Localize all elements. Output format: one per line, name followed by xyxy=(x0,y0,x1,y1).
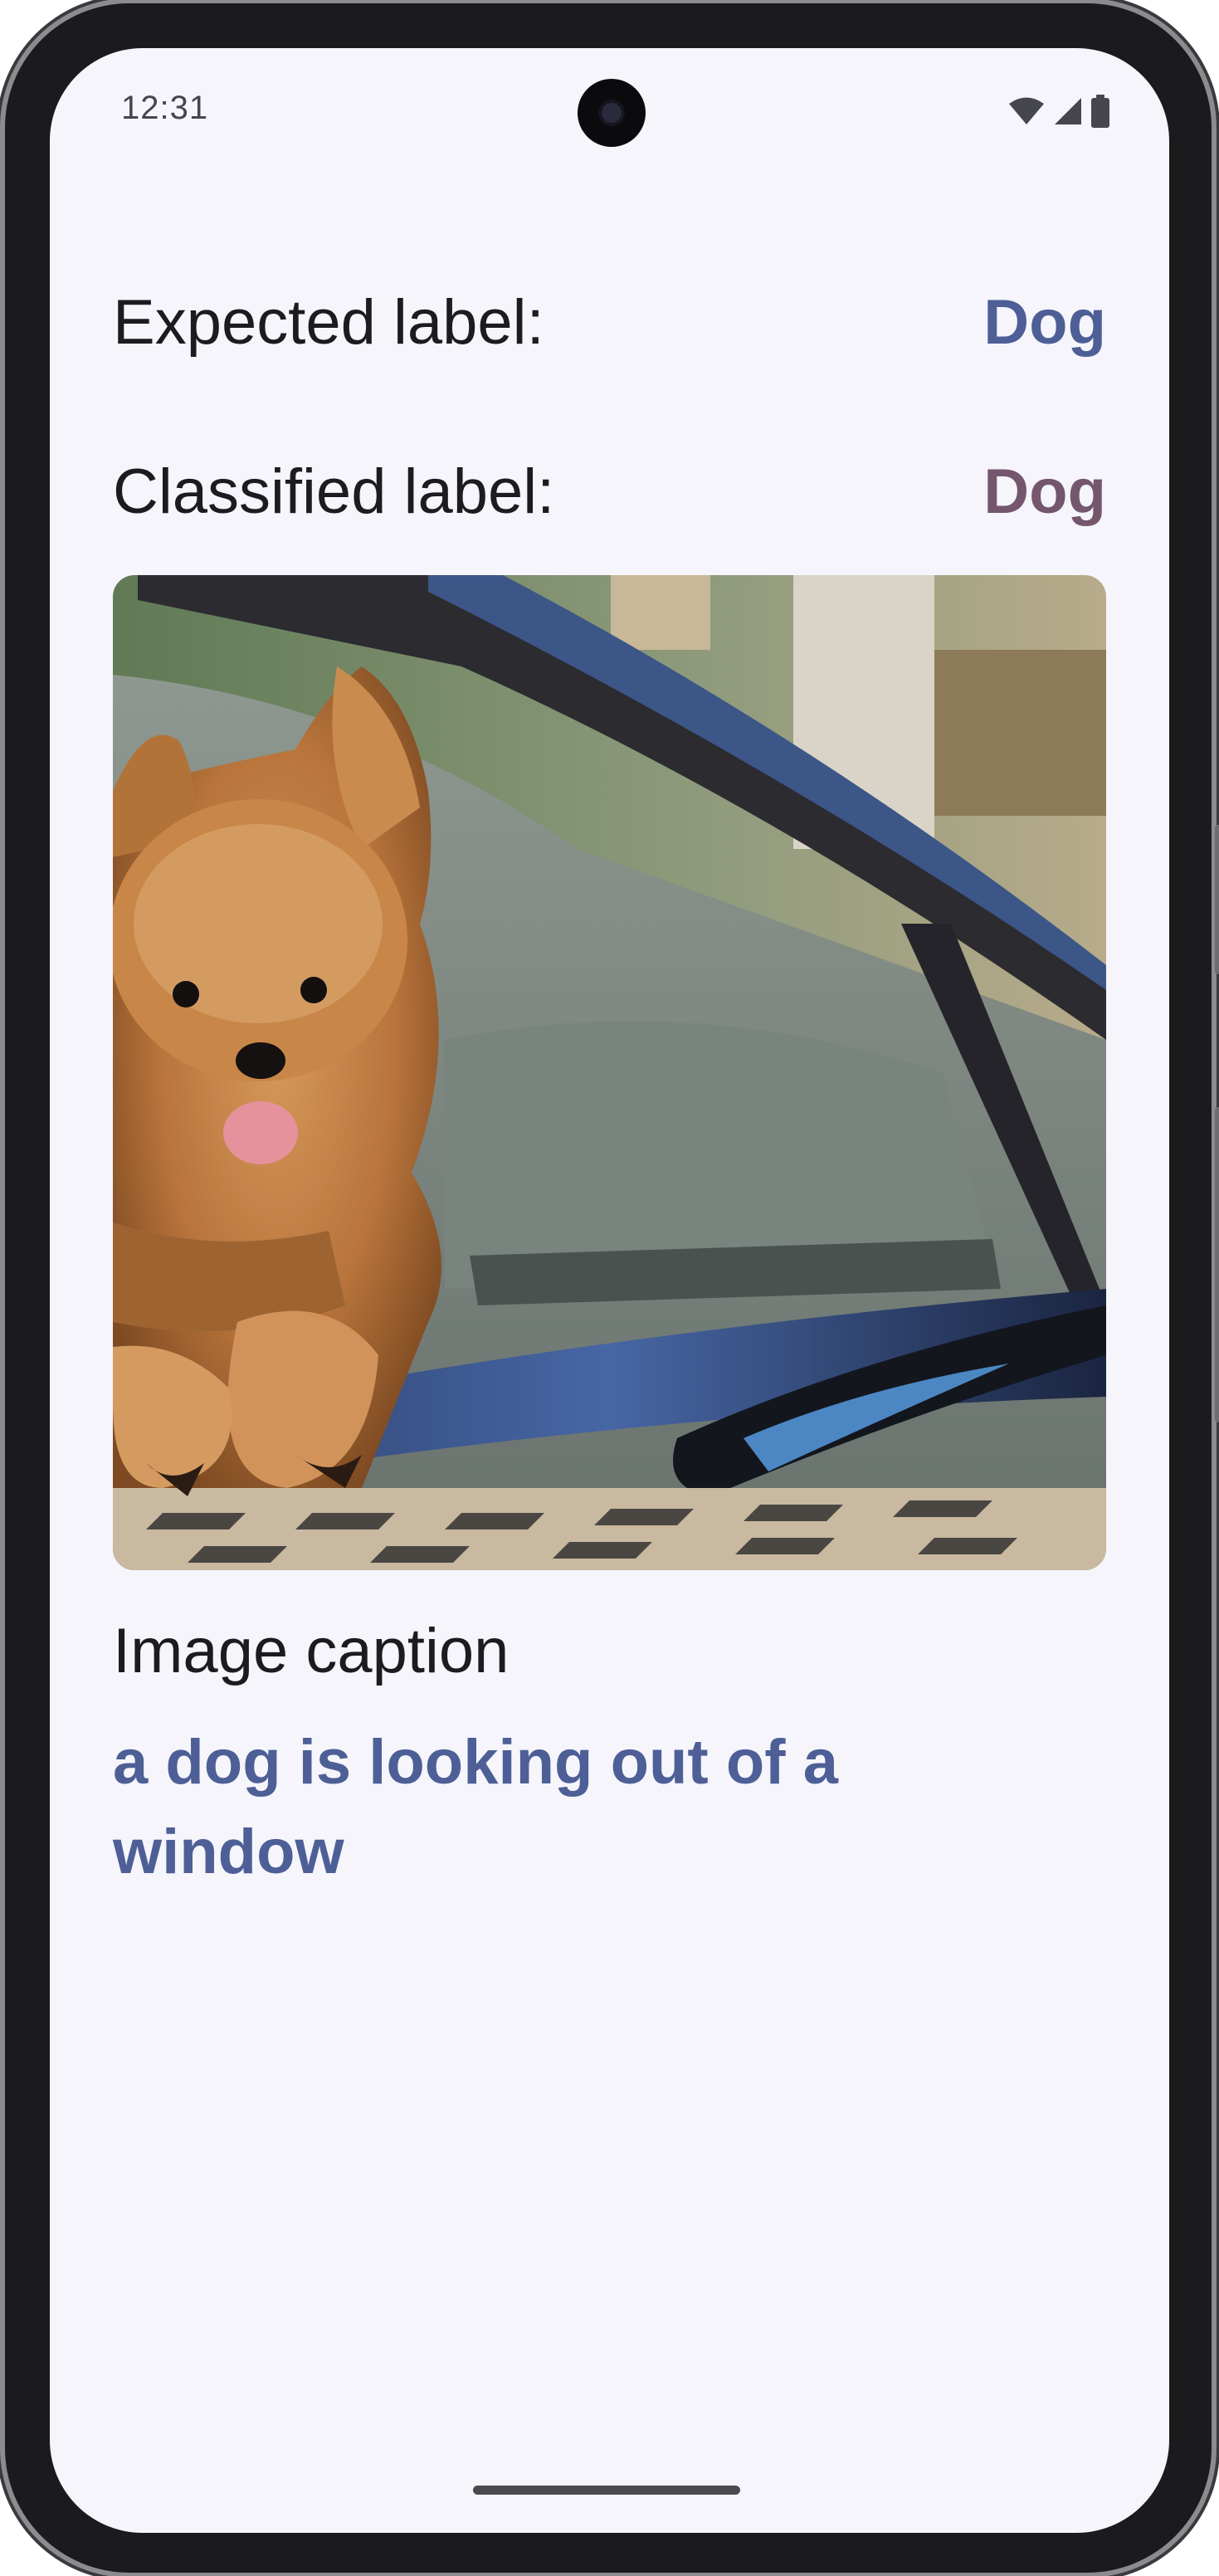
cellular-signal-icon xyxy=(1055,98,1081,124)
status-icons xyxy=(1008,95,1109,128)
phone-frame: 12:31 Expected label: Dog Classified lab… xyxy=(5,3,1219,2573)
home-indicator[interactable] xyxy=(473,2486,740,2495)
dog-photo xyxy=(113,575,1106,1570)
volume-button xyxy=(1215,1107,1219,1422)
expected-label-value: Dog xyxy=(983,286,1106,358)
image-caption-text: a dog is looking out of a window xyxy=(113,1727,838,1887)
expected-label-title: Expected label: xyxy=(113,286,544,358)
front-camera xyxy=(578,79,646,147)
battery-icon xyxy=(1091,95,1109,128)
classified-label-value: Dog xyxy=(983,456,1106,527)
dog-in-car-illustration xyxy=(113,575,1106,1570)
expected-label-row: Expected label: Dog xyxy=(113,281,1106,363)
status-bar: 12:31 xyxy=(50,48,1169,148)
status-time: 12:31 xyxy=(121,90,209,126)
wifi-icon xyxy=(1009,97,1044,124)
power-button xyxy=(1215,825,1219,974)
classified-label-title: Classified label: xyxy=(113,456,555,527)
classified-label-row: Classified label: Dog xyxy=(113,450,1106,533)
image-caption-title: Image caption xyxy=(113,1616,510,1686)
app-screen: 12:31 Expected label: Dog Classified lab… xyxy=(50,48,1169,2533)
